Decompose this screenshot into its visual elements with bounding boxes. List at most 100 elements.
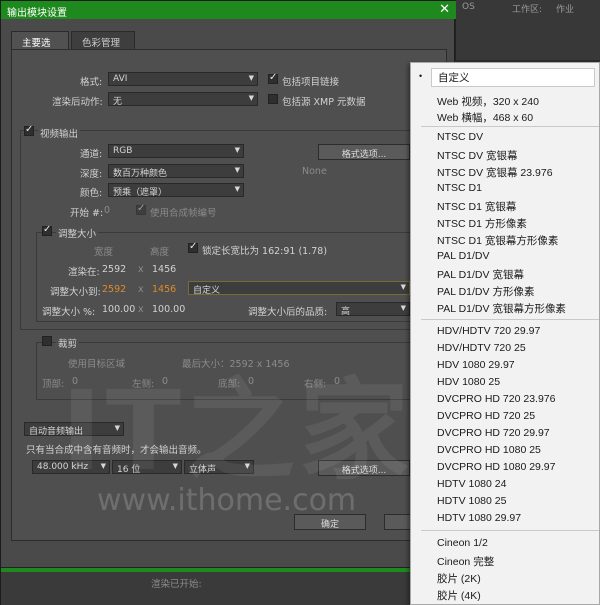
post-render-value: 无 — [113, 97, 123, 107]
menu-item[interactable]: NTSC D1 方形像素 — [437, 216, 527, 231]
bg-label-1: OS — [462, 2, 475, 12]
chevron-down-icon: ▼ — [234, 146, 240, 154]
menu-item[interactable]: DVCPRO HD 720 23.976 — [437, 393, 555, 405]
include-xmp-checkbox[interactable] — [268, 94, 278, 104]
resize-quality-select[interactable]: 高 ▼ — [336, 302, 410, 317]
chevron-down-icon: ▼ — [248, 74, 254, 82]
bg-label-2: 工作区: — [512, 5, 543, 15]
menu-item[interactable]: 胶片 (4K) — [437, 588, 481, 603]
chevron-down-icon: ▼ — [400, 304, 406, 312]
menu-separator — [421, 319, 599, 320]
include-project-link-label: 包括项目链接 — [282, 77, 340, 88]
menu-separator — [421, 530, 599, 531]
start-frame-value: 0 — [104, 205, 111, 216]
format-label: 格式: — [80, 77, 103, 88]
output-module-settings-dialog: 输出模块设置 ✕ 主要选项 色彩管理 格式: AVI ▼ 包括项目链接 渲染后动作… — [0, 0, 456, 605]
menu-item[interactable]: HDV 1080 29.97 — [437, 359, 515, 371]
color-value: 预乘（遮罩） — [113, 188, 168, 198]
resize-preset-menu: • 自定义 Web 视频，320 x 240 Web 横幅，468 x 60 N… — [410, 62, 600, 605]
title-bar[interactable]: 输出模块设置 ✕ — [1, 1, 456, 19]
menu-item[interactable]: NTSC D1 宽银幕 — [437, 199, 516, 214]
status-bar: 渲染已开始: — [1, 567, 456, 605]
tab-main-options[interactable]: 主要选项 — [11, 31, 69, 63]
window-title: 输出模块设置 — [7, 8, 67, 19]
depth-label: 深度: — [80, 169, 103, 180]
resize-quality-value: 高 — [341, 307, 351, 317]
format-select[interactable]: AVI ▼ — [108, 72, 258, 86]
watermark-url: www.ithome.com — [97, 483, 357, 518]
menu-item[interactable]: HDTV 1080 29.97 — [437, 512, 521, 524]
tab-color-management[interactable]: 色彩管理 — [71, 31, 135, 49]
resize-label: 调整大小 — [56, 226, 99, 240]
menu-item[interactable]: DVCPRO HD 1080 25 — [437, 444, 541, 456]
format-value: AVI — [113, 74, 128, 84]
menu-item[interactable]: Cineon 完整 — [437, 554, 494, 569]
menu-item[interactable]: Cineon 1/2 — [437, 537, 488, 549]
menu-item[interactable]: NTSC DV — [437, 131, 483, 143]
use-comp-frame-checkbox[interactable] — [136, 203, 146, 215]
resize-pct-label: 调整大小 %: — [42, 307, 96, 318]
video-format-options-button[interactable]: 格式选项... — [318, 144, 410, 160]
render-at-label: 渲染在: — [68, 267, 100, 278]
menu-item[interactable]: Web 视频，320 x 240 — [437, 94, 539, 109]
resize-width-input[interactable]: 2592 — [102, 284, 126, 295]
menu-item[interactable]: PAL D1/DV 方形像素 — [437, 284, 534, 299]
menu-item[interactable]: Web 横幅，468 x 60 — [437, 110, 533, 125]
watermark-logo: IT之家 — [61, 367, 413, 495]
post-render-select[interactable]: 无 ▼ — [108, 92, 258, 107]
resize-preset-select[interactable]: 自定义 ▼ — [188, 281, 410, 296]
post-render-label: 渲染后动作: — [52, 97, 103, 108]
chevron-down-icon: ▼ — [400, 283, 406, 291]
menu-item[interactable]: DVCPRO HD 720 29.97 — [437, 427, 550, 439]
width-header: 宽度 — [94, 247, 114, 258]
menu-item[interactable]: NTSC DV 宽银幕 23.976 — [437, 165, 553, 180]
menu-item[interactable]: NTSC D1 宽银幕方形像素 — [437, 233, 558, 248]
resize-checkbox[interactable] — [42, 224, 52, 236]
menu-item-custom[interactable]: 自定义 — [431, 68, 595, 87]
start-frame-label: 开始 #: — [70, 208, 104, 219]
resize-pct-height: 100.00 — [152, 304, 186, 315]
menu-item[interactable]: PAL D1/DV — [437, 250, 490, 262]
menu-item[interactable]: DVCPRO HD 720 25 — [437, 410, 535, 422]
close-icon[interactable]: ✕ — [439, 2, 450, 17]
menu-item[interactable]: HDV/HDTV 720 29.97 — [437, 325, 540, 337]
status-accent — [1, 568, 456, 572]
depth-select[interactable]: 数百万种颜色 ▼ — [108, 164, 244, 179]
menu-separator — [421, 126, 599, 127]
video-output-checkbox[interactable] — [24, 124, 34, 136]
lock-aspect-checkbox[interactable] — [188, 241, 198, 253]
chevron-down-icon: ▼ — [234, 166, 240, 174]
menu-item[interactable]: NTSC DV 宽银幕 — [437, 148, 518, 163]
resize-to-label: 调整大小到: — [50, 287, 101, 298]
color-select[interactable]: 预乘（遮罩） ▼ — [108, 183, 244, 198]
depth-value: 数百万种颜色 — [113, 169, 168, 179]
include-project-link-checkbox[interactable] — [268, 72, 278, 84]
render-width: 2592 — [102, 264, 127, 275]
color-label: 颜色: — [80, 188, 103, 199]
channels-label: 通道: — [80, 149, 103, 160]
menu-item[interactable]: HDTV 1080 24 — [437, 478, 506, 490]
include-xmp-label: 包括源 XMP 元数据 — [282, 97, 366, 108]
chevron-down-icon: ▼ — [248, 94, 254, 102]
selected-bullet-icon: • — [419, 71, 423, 81]
menu-item[interactable]: 胶片 (2K) — [437, 571, 481, 586]
menu-item[interactable]: DVCPRO HD 1080 29.97 — [437, 461, 555, 473]
resize-pct-x: x — [138, 304, 144, 315]
height-header: 高度 — [150, 247, 170, 258]
channels-value: RGB — [113, 146, 133, 156]
menu-item[interactable]: HDV 1080 25 — [437, 376, 500, 388]
channels-select[interactable]: RGB ▼ — [108, 144, 244, 158]
resize-height-input[interactable]: 1456 — [152, 284, 176, 295]
menu-item[interactable]: PAL D1/DV 宽银幕方形像素 — [437, 301, 566, 316]
menu-item[interactable]: HDV/HDTV 720 25 — [437, 342, 526, 354]
menu-item[interactable]: HDTV 1080 25 — [437, 495, 506, 507]
background-app-strip: OS 工作区: 作业 — [455, 0, 600, 60]
menu-item[interactable]: PAL D1/DV 宽银幕 — [437, 267, 524, 282]
video-output-label: 视频输出 — [38, 126, 81, 140]
lock-aspect-label: 锁定长宽比为 162:91 (1.78) — [202, 246, 328, 257]
crop-checkbox[interactable] — [42, 336, 52, 346]
bg-label-3: 作业 — [556, 5, 575, 15]
render-x: x — [138, 264, 144, 275]
resize-preset-value: 自定义 — [193, 286, 221, 296]
menu-item[interactable]: NTSC D1 — [437, 182, 482, 194]
